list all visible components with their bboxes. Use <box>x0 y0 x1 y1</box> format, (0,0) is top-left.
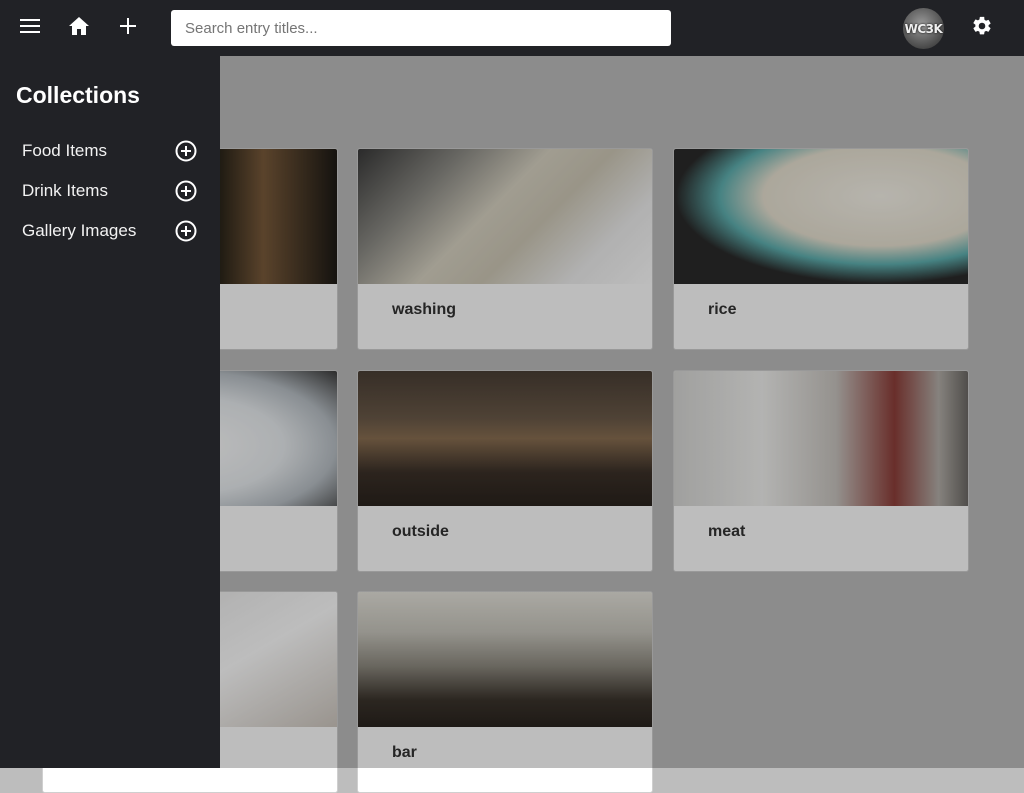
collection-item-drink-items[interactable]: Drink Items <box>22 176 202 208</box>
collection-item-gallery-images[interactable]: Gallery Images <box>22 216 202 248</box>
gear-icon <box>971 15 993 42</box>
home-icon <box>68 16 90 41</box>
add-circle-icon[interactable] <box>175 220 197 242</box>
drawer-heading: Collections <box>16 82 140 108</box>
collections-drawer: Collections Food Items Drink Items Galle… <box>0 56 220 768</box>
app-toolbar: WC3K <box>0 0 1024 56</box>
collection-label: Food Items <box>22 141 108 160</box>
avatar[interactable]: WC3K <box>903 8 944 49</box>
add-entry-button[interactable] <box>108 8 148 48</box>
search-input[interactable] <box>171 10 671 46</box>
add-circle-icon[interactable] <box>175 180 197 202</box>
collection-label: Gallery Images <box>22 221 137 240</box>
home-button[interactable] <box>59 8 99 48</box>
menu-icon <box>20 18 40 39</box>
add-circle-icon[interactable] <box>175 140 197 162</box>
collection-item-food-items[interactable]: Food Items <box>22 136 202 168</box>
menu-button[interactable] <box>10 8 50 48</box>
plus-icon <box>120 17 136 39</box>
settings-button[interactable] <box>962 8 1002 48</box>
avatar-text: WC3K <box>904 21 943 36</box>
collection-label: Drink Items <box>22 181 108 200</box>
